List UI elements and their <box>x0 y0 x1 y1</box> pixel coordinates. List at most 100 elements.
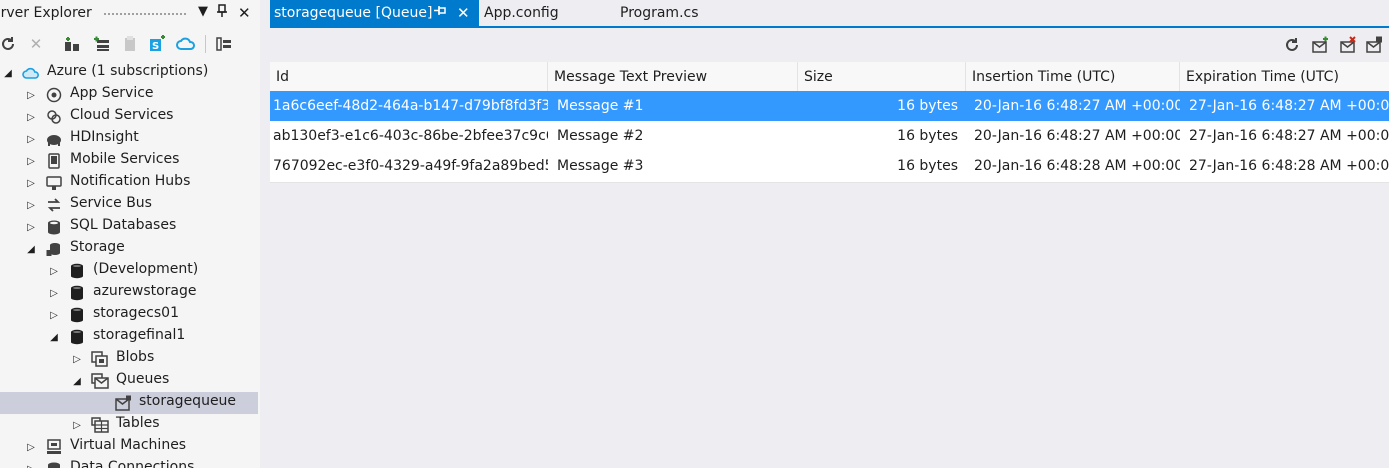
tree-item-app-service[interactable]: ▷ App Service <box>0 84 258 106</box>
tree-item-service-bus[interactable]: ▷ Service Bus <box>0 194 258 216</box>
virtual-machines-icon <box>45 438 63 456</box>
cell-size: 16 bytes <box>897 158 958 174</box>
pin-tab-icon[interactable] <box>434 5 446 21</box>
storage-account-icon <box>68 306 86 324</box>
collapse-arrow-icon[interactable]: ◢ <box>48 331 60 343</box>
queue-icon <box>114 394 132 412</box>
tree-item-azure-1-subscriptions[interactable]: ◢ Azure (1 subscriptions) <box>0 62 258 84</box>
tab-storagequeue[interactable]: storagequeue [Queue] ✕ <box>270 0 479 26</box>
tree-item-label: storagefinal1 <box>93 327 186 343</box>
tree-item-sql-databases[interactable]: ▷ SQL Databases <box>0 216 258 238</box>
collapse-arrow-icon[interactable]: ◢ <box>25 243 37 255</box>
cell-expiration-time: 27-Jan-16 6:48:27 AM +00:00 <box>1189 128 1389 144</box>
expand-arrow-icon[interactable]: ▷ <box>25 177 37 189</box>
panel-splitter[interactable] <box>260 0 270 468</box>
azure-cloud-icon <box>22 64 40 82</box>
expand-arrow-icon[interactable]: ▷ <box>25 463 37 468</box>
tree-item-development[interactable]: ▷ (Development) <box>0 260 258 282</box>
tab-label: Program.cs <box>620 5 699 21</box>
tree-item-hdinsight[interactable]: ▷ HDInsight <box>0 128 258 150</box>
grid-header: Id Message Text Preview Size Insertion T… <box>270 62 1389 91</box>
expand-arrow-icon[interactable]: ▷ <box>71 353 83 365</box>
window-position-dropdown-icon[interactable]: ▼ <box>198 4 208 19</box>
dequeue-message-icon[interactable] <box>1364 35 1384 55</box>
cell-insertion-time: 20-Jan-16 6:48:27 AM +00:00 <box>974 98 1180 114</box>
table-row[interactable]: ab130ef3-e1c6-403c-86be-2bfee37c9c67 Mess… <box>270 121 1389 151</box>
expand-arrow-icon[interactable]: ▷ <box>48 265 60 277</box>
clear-queue-icon[interactable] <box>1338 35 1358 55</box>
expand-arrow-icon[interactable]: ▷ <box>25 221 37 233</box>
connect-to-server-icon[interactable] <box>62 34 82 54</box>
add-message-icon[interactable] <box>1310 35 1330 55</box>
tree-item-tables[interactable]: ▷ Tables <box>0 414 258 436</box>
collapse-arrow-icon[interactable]: ◢ <box>2 67 14 79</box>
collapse-arrow-icon[interactable]: ◢ <box>71 375 83 387</box>
column-header-expiration-time[interactable]: Expiration Time (UTC) <box>1180 62 1389 91</box>
table-row[interactable]: 767092ec-e3f0-4329-a49f-9fa2a89bed5a Mess… <box>270 151 1389 181</box>
notification-hubs-icon <box>45 174 63 192</box>
column-header-insertion-time[interactable]: Insertion Time (UTC) <box>966 62 1180 91</box>
expand-arrow-icon[interactable]: ▷ <box>25 89 37 101</box>
column-header-size[interactable]: Size <box>798 62 966 91</box>
refresh-icon[interactable] <box>0 34 18 54</box>
tree-item-storagefinal1[interactable]: ◢ storagefinal1 <box>0 326 258 348</box>
tree-item-label: storagequeue <box>139 393 237 409</box>
tree-item-label: storagecs01 <box>93 305 179 321</box>
tree-item-data-connections[interactable]: ▷ Data Connections <box>0 458 258 468</box>
tree-item-storagecs01[interactable]: ▷ storagecs01 <box>0 304 258 326</box>
stop-icon[interactable]: ✕ <box>26 34 46 54</box>
tree-item-blobs[interactable]: ▷ Blobs <box>0 348 258 370</box>
service-bus-icon <box>45 196 63 214</box>
expand-arrow-icon[interactable]: ▷ <box>25 155 37 167</box>
connect-to-database-icon[interactable] <box>92 34 112 54</box>
tab-program-cs[interactable]: Program.cs <box>616 0 746 26</box>
drag-grip[interactable] <box>103 12 187 17</box>
tab-app-config[interactable]: App.config <box>480 0 610 26</box>
tree-item-storagequeue[interactable]: storagequeue <box>0 392 258 414</box>
auto-hide-pin-icon[interactable] <box>216 4 228 22</box>
expand-arrow-icon[interactable]: ▷ <box>25 199 37 211</box>
expand-arrow-icon[interactable]: ▷ <box>25 441 37 453</box>
tree-item-notification-hubs[interactable]: ▷ Notification Hubs <box>0 172 258 194</box>
properties-icon[interactable] <box>214 34 234 54</box>
close-tab-icon[interactable]: ✕ <box>457 4 470 22</box>
tree-item-queues[interactable]: ◢ Queues <box>0 370 258 392</box>
expand-arrow-icon[interactable]: ▷ <box>71 419 83 431</box>
tables-icon <box>91 416 109 434</box>
tree-item-label: App Service <box>70 85 154 101</box>
svg-text:S: S <box>152 41 159 52</box>
cell-id: ab130ef3-e1c6-403c-86be-2bfee37c9c67 <box>273 128 548 144</box>
expand-arrow-icon[interactable]: ▷ <box>25 111 37 123</box>
cell-id: 1a6c6eef-48d2-464a-b147-d79bf8fd3f38 <box>273 98 548 114</box>
tree-item-label: Blobs <box>116 349 155 365</box>
tree-item-virtual-machines[interactable]: ▷ Virtual Machines <box>0 436 258 458</box>
tree-item-label: Virtual Machines <box>70 437 187 453</box>
close-icon[interactable]: ✕ <box>238 4 251 22</box>
storage-account-icon <box>68 284 86 302</box>
tree-item-azurewstorage[interactable]: ▷ azurewstorage <box>0 282 258 304</box>
server-explorer-toolbar: ✕ S <box>0 30 260 58</box>
tree-item-mobile-services[interactable]: ▷ Mobile Services <box>0 150 258 172</box>
column-header-id[interactable]: Id <box>270 62 548 91</box>
sql-databases-icon <box>45 218 63 236</box>
sharepoint-icon[interactable] <box>120 34 140 54</box>
tree-item-label: Notification Hubs <box>70 173 191 189</box>
queue-toolbar <box>270 30 1389 60</box>
azure-icon[interactable] <box>176 34 196 54</box>
refresh-icon[interactable] <box>1282 35 1302 55</box>
tree-item-label: Storage <box>70 239 125 255</box>
column-header-message-text-preview[interactable]: Message Text Preview <box>548 62 798 91</box>
table-row[interactable]: 1a6c6eef-48d2-464a-b147-d79bf8fd3f38 Mess… <box>270 91 1389 121</box>
sql-server-icon[interactable]: S <box>148 34 168 54</box>
grid-empty-area <box>270 182 1389 468</box>
storage-icon <box>45 240 63 258</box>
cell-id: 767092ec-e3f0-4329-a49f-9fa2a89bed5a <box>273 158 548 174</box>
cell-size: 16 bytes <box>897 98 958 114</box>
tree-item-label: SQL Databases <box>70 217 177 233</box>
expand-arrow-icon[interactable]: ▷ <box>25 133 37 145</box>
cell-insertion-time: 20-Jan-16 6:48:28 AM +00:00 <box>974 158 1180 174</box>
tree-item-storage[interactable]: ◢ Storage <box>0 238 258 260</box>
expand-arrow-icon[interactable]: ▷ <box>48 309 60 321</box>
expand-arrow-icon[interactable]: ▷ <box>48 287 60 299</box>
tree-item-cloud-services[interactable]: ▷ Cloud Services <box>0 106 258 128</box>
